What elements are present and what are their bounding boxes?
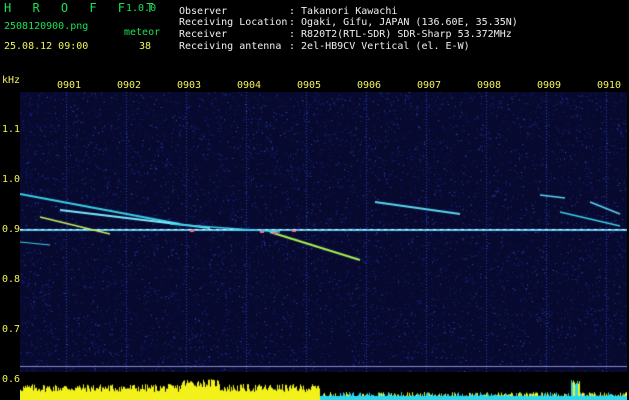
x-tick-label: 0910 <box>597 80 622 91</box>
meteor-label: meteor <box>124 27 161 38</box>
x-tick-label: 0901 <box>57 80 82 91</box>
meteor-count: 38 <box>139 41 152 52</box>
spectrogram-plot <box>20 92 627 372</box>
x-tick-label: 0906 <box>357 80 382 91</box>
image-filename: 2508120900.png <box>4 21 89 32</box>
app-version: 1.0.0 <box>126 3 157 14</box>
y-tick-label: 0.9 <box>2 224 21 235</box>
receiver-value: : R820T2(RTL-SDR) SDR-Sharp 53.372MHz <box>289 29 512 40</box>
y-tick-label: 1.1 <box>2 124 21 135</box>
x-tick-label: 0909 <box>537 80 562 91</box>
y-tick-label: 0.7 <box>2 324 21 335</box>
signal-level-bar <box>20 376 627 400</box>
y-tick-label: 0.6 <box>2 374 21 385</box>
x-tick-label: 0907 <box>417 80 442 91</box>
y-tick-label: 1.0 <box>2 174 21 185</box>
location-label: Receiving Location <box>179 17 288 28</box>
observation-datetime: 25.08.12 09:00 <box>4 41 89 52</box>
x-tick-label: 0905 <box>297 80 322 91</box>
y-tick-label: 0.8 <box>2 274 21 285</box>
x-tick-label: 0904 <box>237 80 262 91</box>
location-value: : Ogaki, Gifu, JAPAN (136.60E, 35.35N) <box>289 17 518 28</box>
y-axis-unit: kHz <box>2 75 21 86</box>
receiver-label: Receiver <box>179 29 228 40</box>
x-tick-label: 0908 <box>477 80 502 91</box>
x-tick-label: 0903 <box>177 80 202 91</box>
antenna-value: : 2el-HB9CV Vertical (el. E-W) <box>289 41 470 52</box>
header-panel: H R O F F T 1.0.0 2508120900.png meteor … <box>0 0 629 78</box>
x-tick-label: 0902 <box>117 80 142 91</box>
antenna-label: Receiving antenna <box>179 41 282 52</box>
